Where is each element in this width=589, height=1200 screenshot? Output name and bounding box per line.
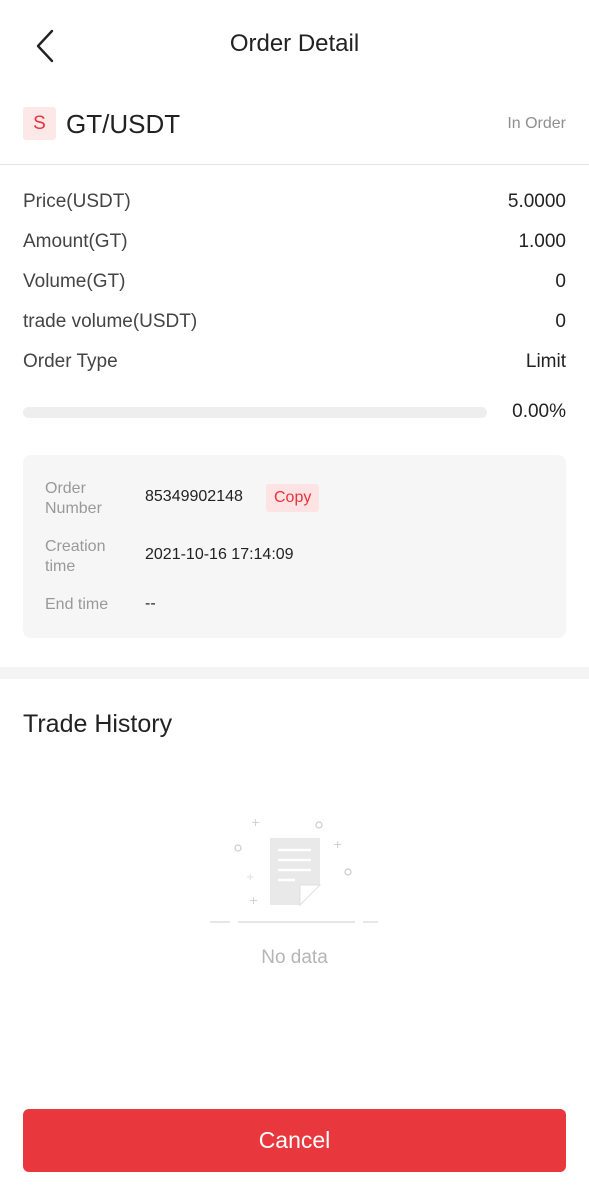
side-badge: S [23,107,56,140]
creation-time-label: Creation time [45,538,106,575]
order-number: 85349902148 [145,488,243,505]
info-row-amount: Amount(GT) 1.000 [23,226,566,266]
copy-button[interactable]: Copy [266,484,320,512]
info-label: Price(USDT) [23,191,131,212]
info-list: Price(USDT) 5.0000 Amount(GT) 1.000 Volu… [23,186,566,386]
creation-time: 2021-10-16 17:14:09 [145,546,294,563]
info-row-volume: Volume(GT) 0 [23,266,566,306]
info-value: 5.0000 [507,191,566,212]
pair-row: S GT/USDT In Order [23,104,566,144]
info-row-price: Price(USDT) 5.0000 [23,186,566,226]
svg-text:+: + [251,816,260,829]
info-label: Order Type [23,351,118,372]
section-divider [0,667,589,679]
page-title: Order Detail [229,30,360,57]
document-icon: + + + + [210,816,378,923]
info-label: Amount(GT) [23,231,128,252]
svg-text:+: + [333,838,342,851]
info-value: Limit [525,351,566,372]
order-status: In Order [507,115,566,132]
pair-name: GT/USDT [66,109,181,139]
info-row-trade-volume: trade volume(USDT) 0 [23,306,566,346]
info-row-order-type: Order Type Limit [23,346,566,386]
header: Order Detail [0,0,589,90]
trade-history-title: Trade History [23,710,173,738]
order-number-label: Order Number [45,480,102,517]
cancel-order-button[interactable]: Cancel [23,1109,566,1172]
empty-state-text: No data [261,947,328,968]
order-detail-card: Order Number 85349902148 Copy Creation t… [23,455,566,638]
end-time-label: End time [45,596,109,613]
info-value: 0 [555,271,566,292]
empty-state-illustration: + + + + [205,810,385,930]
svg-text:+: + [246,872,254,883]
order-detail-page: Order Detail S GT/USDT In Order Price(US… [0,0,589,1200]
info-value: 1.000 [518,231,566,252]
divider [0,164,589,165]
fill-progress: 0.00% [23,400,566,426]
info-label: Volume(GT) [23,271,126,292]
progress-track [23,407,487,418]
end-time: -- [145,595,156,612]
info-label: trade volume(USDT) [23,311,198,332]
info-value: 0 [555,311,566,332]
progress-value: 0.00% [512,401,566,422]
svg-text:+: + [249,894,258,907]
